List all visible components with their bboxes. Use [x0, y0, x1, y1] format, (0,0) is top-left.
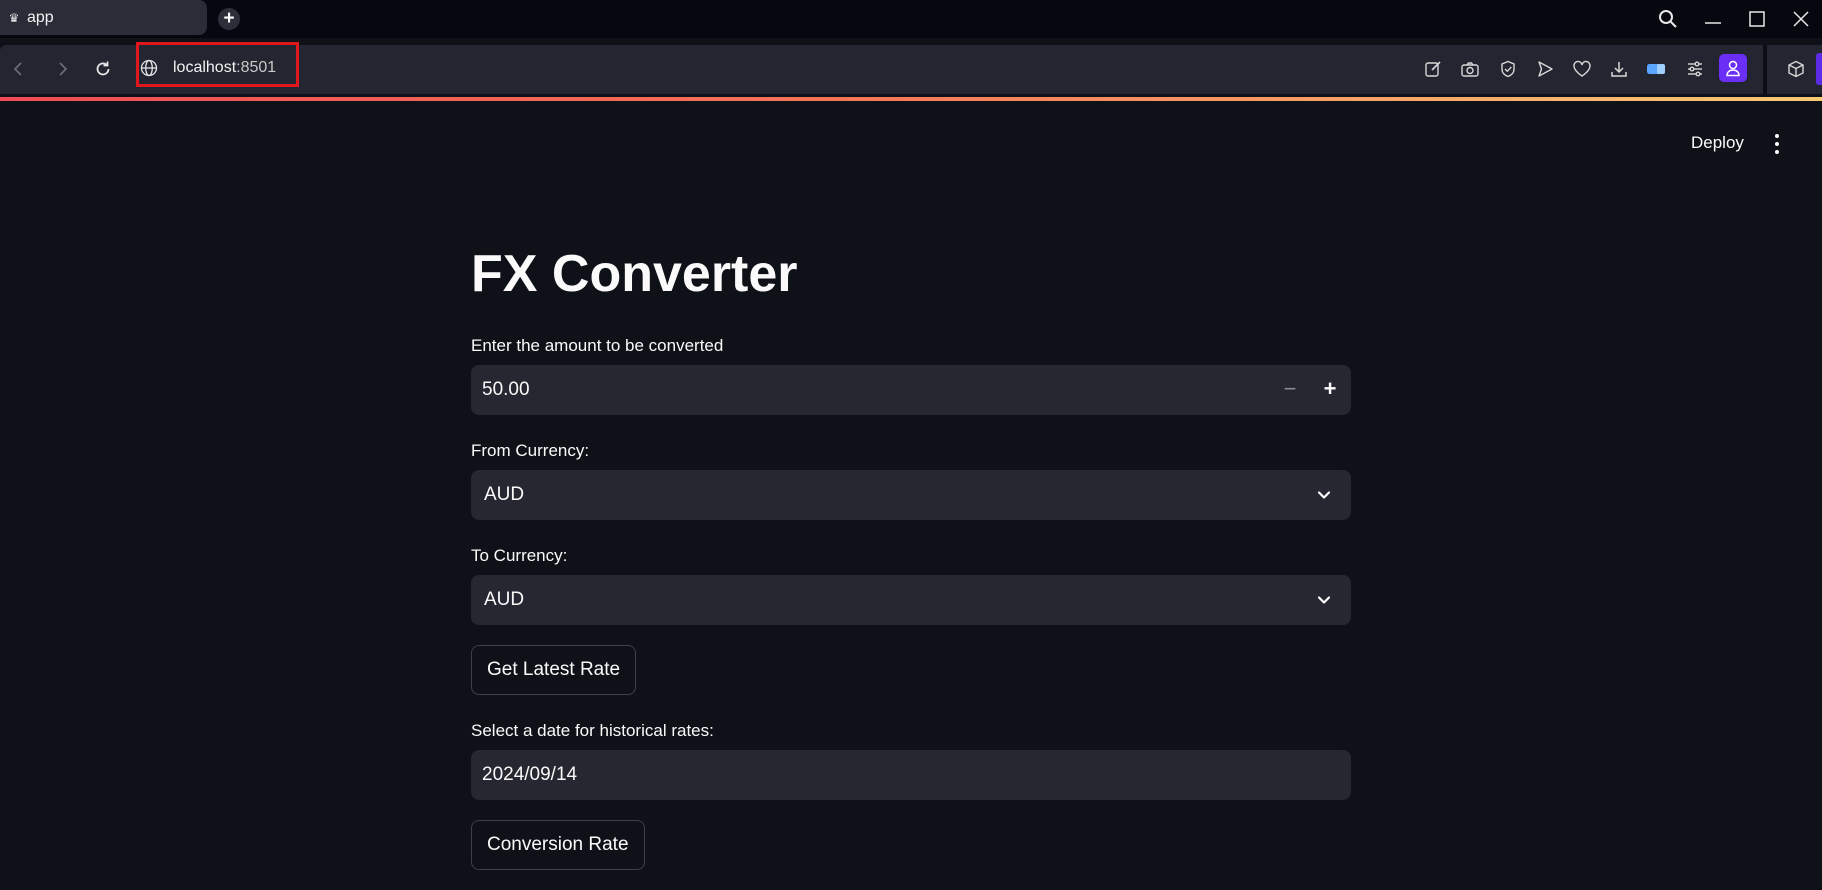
- tab-title: app: [27, 8, 54, 26]
- minimize-icon[interactable]: [1698, 4, 1728, 34]
- camera-icon[interactable]: [1458, 57, 1482, 81]
- shield-icon[interactable]: [1496, 57, 1520, 81]
- more-options-icon[interactable]: [1772, 134, 1782, 156]
- from-currency-label: From Currency:: [471, 441, 590, 460]
- close-icon[interactable]: [1786, 4, 1816, 34]
- profile-icon[interactable]: [1719, 54, 1747, 82]
- chevron-down-icon: [1315, 486, 1333, 504]
- url-port: :8501: [236, 59, 277, 76]
- back-icon[interactable]: [6, 57, 30, 81]
- forward-icon[interactable]: [51, 57, 75, 81]
- address-bar: localhost:8501: [0, 42, 1822, 94]
- download-icon[interactable]: [1607, 57, 1631, 81]
- get-latest-rate-button[interactable]: Get Latest Rate: [471, 645, 637, 695]
- to-currency-select[interactable]: AUD: [471, 575, 1351, 625]
- crown-icon: ♛: [8, 10, 20, 25]
- amount-value: 50.00: [482, 379, 530, 400]
- date-input[interactable]: 2024/09/14: [471, 750, 1351, 800]
- new-tab-button[interactable]: +: [218, 8, 240, 30]
- from-currency-value: AUD: [484, 484, 525, 505]
- search-icon[interactable]: [1653, 4, 1683, 34]
- url-host: localhost: [173, 59, 237, 76]
- to-currency-value: AUD: [484, 589, 525, 610]
- heart-icon[interactable]: [1570, 57, 1594, 81]
- extensions-area: [1763, 45, 1822, 94]
- send-icon[interactable]: [1533, 57, 1557, 81]
- date-label: Select a date for historical rates:: [471, 721, 714, 740]
- amount-number-input[interactable]: 50.00 − +: [471, 365, 1351, 415]
- deploy-button[interactable]: Deploy: [1691, 133, 1744, 153]
- amount-label: Enter the amount to be converted: [471, 336, 724, 355]
- maximize-icon[interactable]: [1742, 4, 1772, 34]
- sidebar-toggle-strip[interactable]: [1816, 53, 1822, 85]
- url-text[interactable]: localhost:8501: [173, 59, 276, 77]
- browser-tab[interactable]: ♛ app: [0, 0, 207, 35]
- from-currency-select[interactable]: AUD: [471, 470, 1351, 520]
- increment-button[interactable]: +: [1311, 365, 1349, 415]
- battery-icon[interactable]: [1645, 57, 1669, 81]
- chevron-down-icon: [1315, 591, 1333, 609]
- to-currency-label: To Currency:: [471, 546, 568, 565]
- conversion-rate-button[interactable]: Conversion Rate: [471, 820, 645, 870]
- edit-icon[interactable]: [1421, 57, 1445, 81]
- date-value: 2024/09/14: [482, 764, 578, 785]
- cube-icon[interactable]: [1784, 57, 1808, 81]
- header-decoration-bar: [0, 97, 1822, 101]
- reload-icon[interactable]: [91, 57, 115, 81]
- sliders-icon[interactable]: [1683, 57, 1707, 81]
- page-title: FX Converter: [471, 245, 798, 303]
- browser-tab-bar: ♛ app +: [0, 0, 1822, 38]
- decrement-button[interactable]: −: [1271, 365, 1309, 415]
- globe-icon: [140, 59, 160, 79]
